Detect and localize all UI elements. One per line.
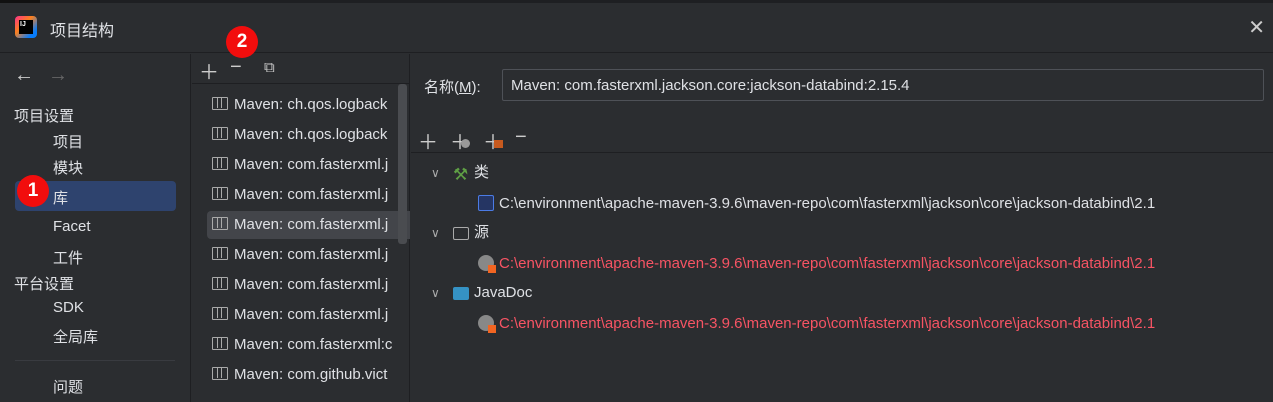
forward-arrow-icon[interactable]: → (48, 64, 68, 87)
tree-node-sources[interactable]: 源 (453, 223, 489, 243)
sidebar-item-global-libraries[interactable]: 全局库 (53, 326, 98, 347)
annotation-badge-1: 1 (17, 175, 49, 207)
library-list-item[interactable]: Maven: com.fasterxml.j (207, 301, 410, 329)
library-name: Maven: com.fasterxml.j (234, 156, 389, 173)
title-bar: IJ 项目结构 ✕ (0, 3, 1273, 53)
library-name: Maven: com.fasterxml.j (234, 186, 389, 203)
tree-node-javadoc[interactable]: JavaDoc (453, 283, 532, 303)
sidebar-item-sdk[interactable]: SDK (53, 299, 84, 316)
sidebar-item-facet[interactable]: Facet (53, 218, 91, 235)
javadoc-path: C:\environment\apache-maven-3.9.6\maven-… (499, 315, 1156, 332)
library-icon (212, 217, 228, 230)
chevron-down-icon[interactable]: ∨ (431, 226, 440, 240)
jar-icon (478, 195, 494, 211)
name-mnemonic: M (459, 79, 472, 96)
library-icon (212, 157, 228, 170)
name-label: 名称(M): (424, 76, 481, 97)
tree-node-classes-path[interactable]: C:\environment\apache-maven-3.9.6\maven-… (478, 194, 1273, 214)
close-icon[interactable]: ✕ (1248, 15, 1265, 40)
window-title: 项目结构 (50, 23, 115, 40)
library-list-item[interactable]: Maven: ch.qos.logback (207, 91, 410, 119)
library-icon (212, 187, 228, 200)
tree-node-classes[interactable]: ⚒ 类 (453, 163, 490, 184)
library-list-item[interactable]: Maven: com.fasterxml.j (207, 271, 410, 299)
globe-missing-icon (478, 315, 496, 333)
sources-path: C:\environment\apache-maven-3.9.6\maven-… (499, 255, 1156, 272)
classes-label: 类 (474, 164, 490, 181)
library-icon (212, 127, 228, 140)
library-icon (212, 307, 228, 320)
hammer-icon: ⚒ (453, 165, 469, 184)
library-icon (212, 247, 228, 260)
library-name: Maven: com.github.vict (234, 366, 388, 383)
add-url-icon[interactable]: ＋ (450, 126, 470, 155)
library-toolbar: ＋ − ⧉ (192, 54, 410, 84)
sidebar-item-artifacts[interactable]: 工件 (53, 247, 83, 268)
sidebar-item-project[interactable]: 项目 (53, 131, 83, 152)
library-list-item[interactable]: Maven: com.github.vict (207, 361, 410, 389)
attach-jar-icon[interactable]: ＋ (483, 126, 503, 155)
sidebar: ← → 项目设置 项目 模块 库 Facet 工件 平台设置 SDK 全局库 问… (0, 54, 191, 402)
javadoc-label: JavaDoc (474, 284, 533, 301)
javadoc-folder-icon (453, 287, 469, 300)
sidebar-item-libraries[interactable]: 库 (53, 187, 68, 208)
chevron-down-icon[interactable]: ∨ (431, 286, 440, 300)
sources-label: 源 (474, 224, 490, 241)
section-platform-settings: 平台设置 (14, 276, 75, 293)
roots-toolbar: ＋ ＋ ＋ − (411, 124, 1273, 155)
library-list-item[interactable]: Maven: com.fasterxml:c (207, 331, 410, 359)
library-list-item[interactable]: Maven: com.fasterxml.j (207, 151, 410, 179)
sidebar-item-modules[interactable]: 模块 (53, 157, 83, 178)
folder-icon (453, 227, 469, 240)
library-detail: 名称(M): ＋ ＋ ＋ − ∨ ⚒类 C:\environment\apach… (411, 54, 1273, 402)
library-icon (212, 367, 228, 380)
add-icon[interactable]: ＋ (199, 56, 219, 85)
name-label-end: ): (471, 79, 481, 96)
library-icon (212, 277, 228, 290)
library-list-item[interactable]: Maven: com.fasterxml.j (207, 241, 410, 269)
library-name: Maven: ch.qos.logback (234, 96, 388, 113)
remove-icon[interactable]: − (230, 56, 242, 79)
intellij-logo-icon: IJ (15, 16, 37, 38)
tree-node-javadoc-path[interactable]: C:\environment\apache-maven-3.9.6\maven-… (478, 314, 1273, 334)
add-icon[interactable]: ＋ (418, 126, 438, 155)
library-name: Maven: ch.qos.logback (234, 126, 388, 143)
name-label-text: 名称( (424, 79, 459, 96)
chevron-down-icon[interactable]: ∨ (431, 166, 440, 180)
library-list-item[interactable]: Maven: ch.qos.logback (207, 121, 410, 149)
library-name: Maven: com.fasterxml.j (234, 216, 389, 233)
library-icon (212, 337, 228, 350)
library-list-item[interactable]: Maven: com.fasterxml.j (207, 211, 410, 239)
library-name: Maven: com.fasterxml:c (234, 336, 393, 353)
library-name: Maven: com.fasterxml.j (234, 246, 389, 263)
sidebar-item-problems[interactable]: 问题 (53, 376, 83, 397)
library-name: Maven: com.fasterxml.j (234, 276, 389, 293)
library-list-scrollbar[interactable] (398, 84, 407, 244)
classes-path: C:\environment\apache-maven-3.9.6\maven-… (499, 195, 1156, 212)
section-project-settings: 项目设置 (14, 108, 75, 125)
library-list-item[interactable]: Maven: com.fasterxml.j (207, 181, 410, 209)
globe-missing-icon (478, 255, 496, 273)
copy-icon[interactable]: ⧉ (264, 59, 275, 76)
back-arrow-icon[interactable]: ← (14, 64, 34, 87)
name-input[interactable] (502, 69, 1264, 101)
library-name: Maven: com.fasterxml.j (234, 306, 389, 323)
remove-icon[interactable]: − (515, 126, 527, 149)
tree-node-sources-path[interactable]: C:\environment\apache-maven-3.9.6\maven-… (478, 254, 1273, 274)
library-icon (212, 97, 228, 110)
divider (15, 360, 175, 361)
